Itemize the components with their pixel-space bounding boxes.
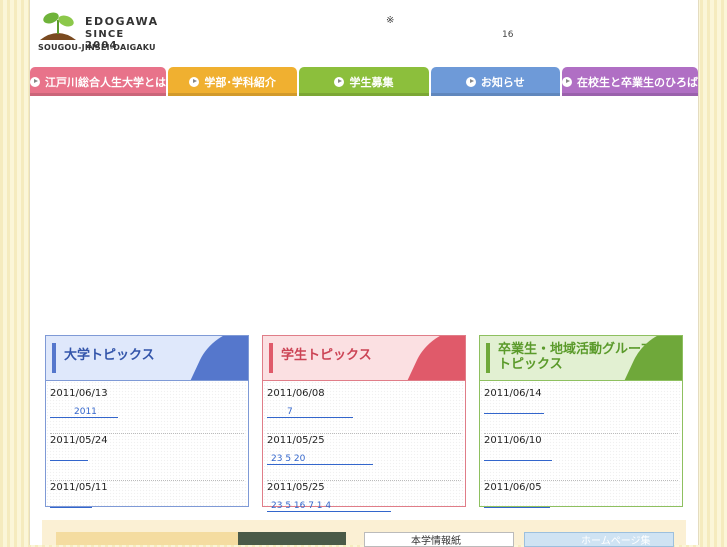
nav-item-about[interactable]: 江戸川総合人生大学とは <box>30 67 166 96</box>
entry-date: 2011/06/08 <box>267 388 325 399</box>
hero-area <box>30 97 698 327</box>
header-swoosh <box>186 336 248 380</box>
panel-title-line1: 卒業生・地域活動グループ <box>498 342 654 357</box>
header-swoosh <box>403 336 465 380</box>
header-accent-bar <box>269 343 273 373</box>
entry-link[interactable] <box>484 450 552 461</box>
nav-label: お知らせ <box>480 75 525 89</box>
arrow-circle-icon <box>189 76 200 87</box>
logo-text-edogawa: EDOGAWA <box>85 15 159 28</box>
main-nav: 江戸川総合人生大学とは 学部･学科紹介 学生募集 お知らせ 在校生と卒業生のひろ… <box>30 67 698 96</box>
nav-item-news[interactable]: お知らせ <box>430 67 560 96</box>
entry-link[interactable] <box>484 403 544 414</box>
nav-item-faculties[interactable]: 学部･学科紹介 <box>168 67 298 96</box>
entry-date: 2011/06/05 <box>484 482 542 493</box>
entry-date: 2011/05/25 <box>267 435 325 446</box>
panel-title-line2: トピックス <box>498 357 563 372</box>
list-item: 2011/06/10 <box>484 434 678 481</box>
arrow-circle-icon <box>561 76 572 87</box>
feature-banner[interactable] <box>56 532 346 545</box>
site-logo[interactable]: EDOGAWA SINCE 2004 SOUGOU-JINSEI-DAIGAKU <box>38 8 158 56</box>
entry-date: 2011/05/24 <box>50 435 108 446</box>
entry-link[interactable]: 23 5 16 7 1 4 <box>267 501 391 512</box>
sprout-logo-icon <box>40 12 76 40</box>
entry-link[interactable]: 23 5 20 <box>267 454 373 465</box>
nav-label: 在校生と卒業生のひろば <box>576 75 698 89</box>
entry-date: 2011/06/13 <box>50 388 108 399</box>
entry-date: 2011/05/11 <box>50 482 108 493</box>
arrow-circle-icon <box>30 76 40 87</box>
university-topics-panel: 大学トピックス 2011/06/13 2011 2011/05/24 2011/… <box>45 335 249 508</box>
list-item: 2011/05/25 23 5 20 <box>267 434 461 481</box>
panel-header: 学生トピックス <box>263 336 465 381</box>
feature-photo <box>238 532 346 545</box>
list-item: 2011/05/24 <box>50 434 244 481</box>
list-item: 2011/06/08 7 <box>267 387 461 434</box>
student-topics-panel: 学生トピックス 2011/06/08 7 2011/05/25 23 5 20 … <box>262 335 466 512</box>
list-item: 2011/06/14 <box>484 387 678 434</box>
nav-item-plaza[interactable]: 在校生と卒業生のひろば <box>561 67 698 96</box>
header-accent-bar <box>486 343 490 373</box>
list-item: 2011/06/13 2011 <box>50 387 244 434</box>
header-accent-bar <box>52 343 56 373</box>
panel-title: 学生トピックス <box>281 348 372 363</box>
entry-date: 2011/06/14 <box>484 388 542 399</box>
panel-header: 卒業生・地域活動グループ トピックス <box>480 336 682 381</box>
nav-label: 江戸川総合人生大学とは <box>45 75 166 89</box>
nav-label: 学部･学科紹介 <box>204 75 276 89</box>
entry-link[interactable]: 7 <box>267 407 353 418</box>
panel-title: 大学トピックス <box>64 348 155 363</box>
entry-link[interactable] <box>50 497 92 508</box>
entry-link[interactable] <box>50 450 88 461</box>
header-count: 16 <box>502 30 514 40</box>
panel-header: 大学トピックス <box>46 336 248 381</box>
page-container: EDOGAWA SINCE 2004 SOUGOU-JINSEI-DAIGAKU… <box>29 0 699 547</box>
graduate-topics-panel: 卒業生・地域活動グループ トピックス 2011/06/14 2011/06/10… <box>479 335 683 508</box>
entry-link[interactable] <box>484 497 550 508</box>
nav-label: 学生募集 <box>349 75 394 89</box>
arrow-circle-icon <box>465 76 476 87</box>
entry-date: 2011/05/25 <box>267 482 325 493</box>
nav-item-admissions[interactable]: 学生募集 <box>299 67 429 96</box>
logo-text-daigaku: SOUGOU-JINSEI-DAIGAKU <box>38 43 156 52</box>
footer-banner-area: 本学情報紙 ホームページ集 <box>42 520 686 547</box>
entry-link[interactable]: 2011 <box>50 407 118 418</box>
entry-date: 2011/06/10 <box>484 435 542 446</box>
arrow-circle-icon <box>334 76 345 87</box>
header-note-mark: ※ <box>386 15 395 26</box>
